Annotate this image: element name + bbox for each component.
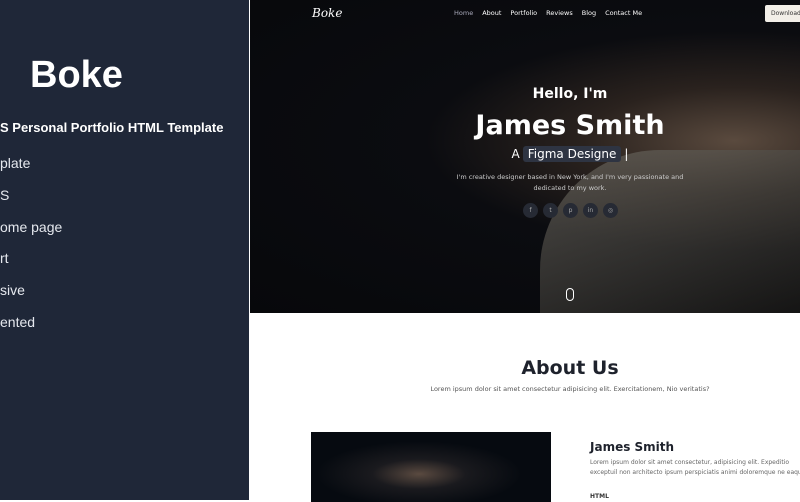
hero-name: James Smith xyxy=(475,110,665,141)
promo-brand: Boke xyxy=(30,54,123,96)
site-logo[interactable]: Boke xyxy=(312,6,342,20)
linkedin-icon[interactable]: in xyxy=(583,203,598,218)
about-title: About Us xyxy=(521,357,619,379)
promo-subtitle: S Personal Portfolio HTML Template xyxy=(0,120,224,135)
about-description: Lorem ipsum dolor sit amet consectetur a… xyxy=(430,385,710,393)
twitter-icon[interactable]: t xyxy=(543,203,558,218)
social-links: f t p in ◎ xyxy=(523,203,618,218)
pinterest-icon[interactable]: p xyxy=(563,203,578,218)
instagram-icon[interactable]: ◎ xyxy=(603,203,618,218)
about-bio: Lorem ipsum dolor sit amet consectetur, … xyxy=(590,459,800,476)
nav-reviews[interactable]: Reviews xyxy=(546,9,573,17)
about-photo xyxy=(311,432,551,502)
nav-contact[interactable]: Contact Me xyxy=(605,9,642,17)
feature-item: ome page xyxy=(0,219,63,235)
skill-label: HTML xyxy=(590,493,609,500)
hero-role: A Figma Designe | xyxy=(420,146,720,162)
scroll-down-icon[interactable] xyxy=(566,288,574,301)
feature-item: rt xyxy=(0,250,9,266)
about-name: James Smith xyxy=(590,440,675,454)
nav-about[interactable]: About xyxy=(482,9,501,17)
nav-blog[interactable]: Blog xyxy=(582,9,596,17)
role-prefix: A xyxy=(511,147,520,161)
feature-item: sive xyxy=(0,282,25,298)
facebook-icon[interactable]: f xyxy=(523,203,538,218)
hero-greeting: Hello, I'm xyxy=(532,86,608,102)
download-button[interactable]: Download xyxy=(765,5,800,22)
nav-home[interactable]: Home xyxy=(454,9,473,17)
promo-panel: Boke S Personal Portfolio HTML Template … xyxy=(0,0,249,500)
typing-cursor: | xyxy=(624,147,629,161)
feature-item: S xyxy=(0,187,10,203)
nav-portfolio[interactable]: Portfolio xyxy=(510,9,537,17)
hero-description: I'm creative designer based in New York,… xyxy=(456,173,684,192)
role-typed: Figma Designe xyxy=(522,146,622,162)
feature-item: ented xyxy=(0,314,36,330)
feature-item: plate xyxy=(0,155,31,171)
main-nav: Home About Portfolio Reviews Blog Contac… xyxy=(454,9,642,17)
